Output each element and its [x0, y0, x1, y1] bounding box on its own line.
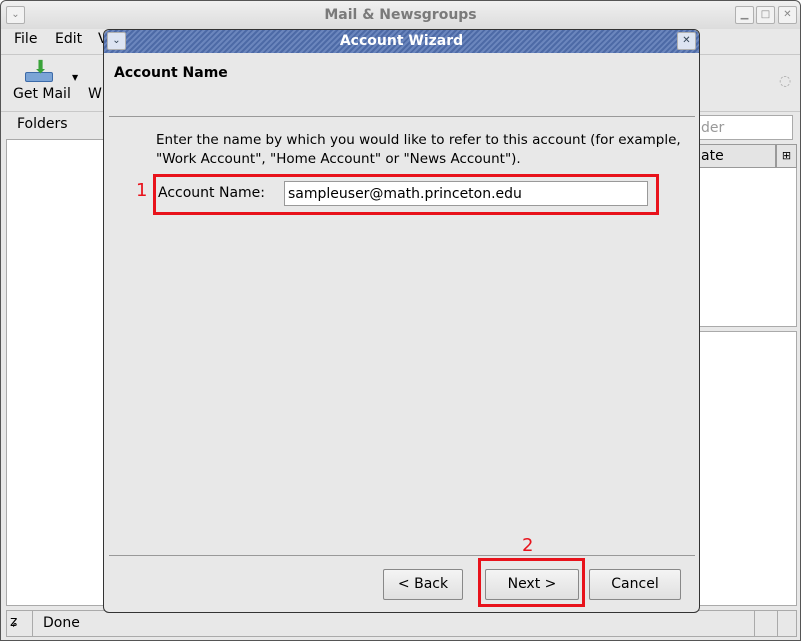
maximize-button[interactable]: □: [756, 6, 775, 24]
message-pane: [698, 331, 797, 606]
annotation-label-2: 2: [522, 535, 534, 556]
window-title: Mail & Newsgroups: [1, 1, 800, 29]
throbber-icon: ◌: [779, 73, 792, 89]
column-picker-icon[interactable]: ⊞: [776, 144, 797, 168]
column-header-date[interactable]: ate: [698, 144, 776, 168]
menu-edit[interactable]: Edit: [55, 31, 82, 47]
folder-pane[interactable]: [6, 139, 106, 606]
close-button[interactable]: ✕: [778, 6, 797, 24]
annotation-box-2: [478, 558, 585, 607]
annotation-label-1: 1: [136, 180, 148, 201]
window-menu-button[interactable]: ⌄: [6, 6, 25, 24]
dialog-menu-button[interactable]: ⌄: [107, 32, 126, 50]
thread-pane[interactable]: [698, 144, 797, 327]
cancel-button[interactable]: Cancel: [589, 569, 681, 600]
minimize-button[interactable]: ▁: [735, 6, 754, 24]
search-input[interactable]: der: [698, 115, 793, 140]
description: Enter the name by which you would like t…: [156, 132, 681, 167]
status-bar: ʑ Done: [6, 610, 797, 637]
annotation-box-1: [153, 174, 659, 215]
get-mail-icon: ⬇: [25, 59, 53, 84]
menu-file[interactable]: File: [14, 31, 37, 47]
account-wizard-dialog: Account Wizard ⌄ ✕ Account Name Enter th…: [103, 29, 700, 613]
folders-header: Folders: [17, 116, 68, 132]
write-button[interactable]: W: [88, 86, 102, 102]
get-mail-dropdown-icon[interactable]: ▼: [72, 73, 78, 82]
dialog-close-button[interactable]: ✕: [677, 32, 696, 50]
page-heading: Account Name: [114, 65, 228, 81]
get-mail-button[interactable]: ⬇ Get Mail: [11, 58, 71, 106]
online-status-icon[interactable]: ʑ: [10, 614, 17, 630]
status-text: Done: [43, 615, 80, 631]
back-button[interactable]: < Back: [383, 569, 463, 600]
dialog-title: Account Wizard: [104, 30, 699, 53]
